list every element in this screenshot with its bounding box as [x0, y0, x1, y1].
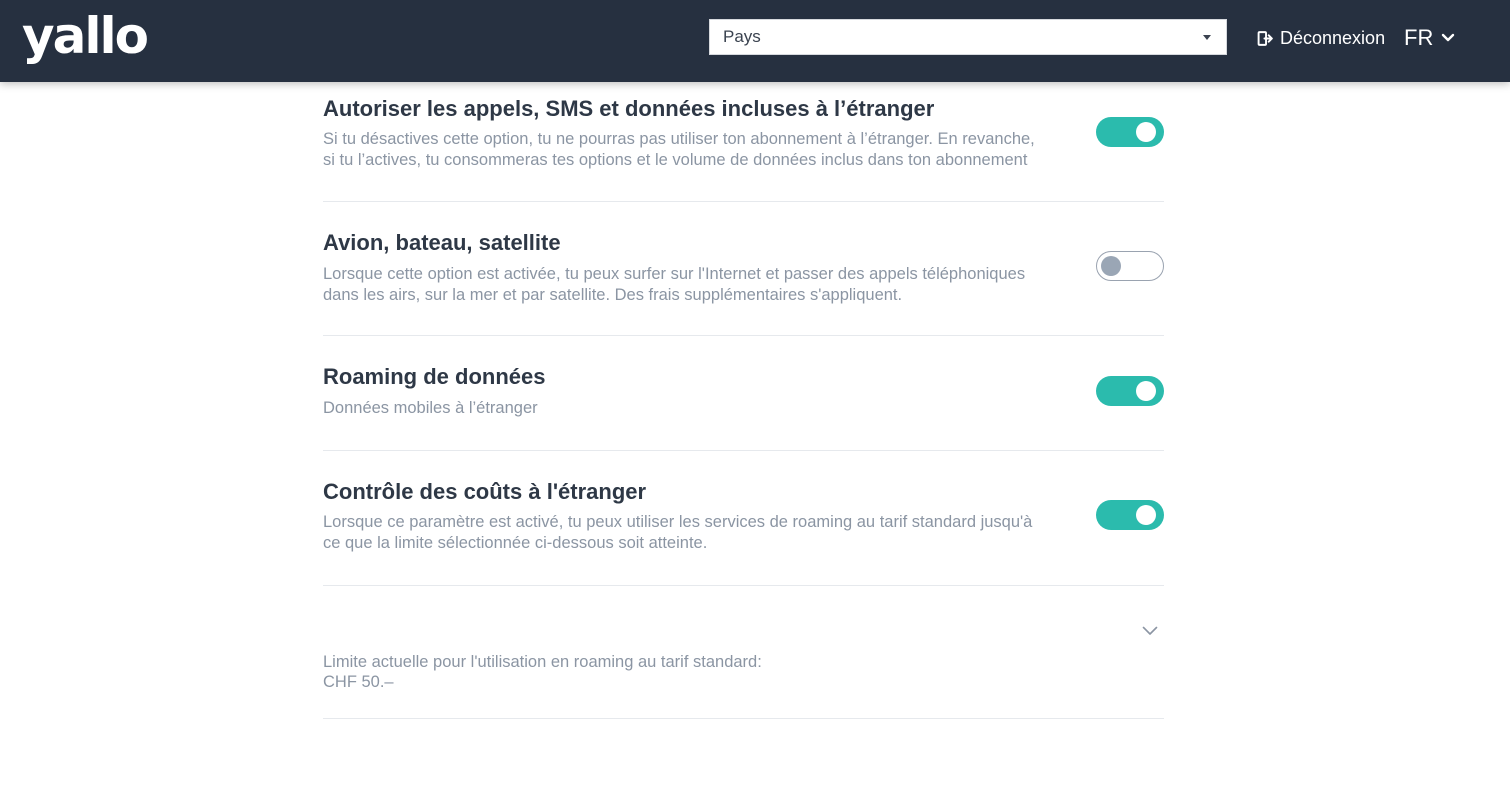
setting-cost-control: Contrôle des coûts à l'étranger Lorsque …	[323, 451, 1164, 586]
toggle-knob	[1101, 256, 1121, 276]
country-select-placeholder: Pays	[723, 27, 761, 46]
description-line: si tu l’actives, tu consommeras tes opti…	[323, 151, 1028, 169]
setting-data-roaming: Roaming de données Données mobiles à l’é…	[323, 336, 1164, 451]
toggle-knob	[1136, 381, 1156, 401]
description-line: Si tu désactives cette option, tu ne pou…	[323, 130, 1035, 148]
language-label: FR	[1404, 25, 1434, 50]
chevron-down-icon	[1442, 33, 1455, 42]
description-line: ce que la limite sélectionnée ci-dessous…	[323, 534, 708, 552]
description-line: Lorsque ce paramètre est activé, tu peux…	[323, 513, 1033, 531]
allow-abroad-toggle[interactable]	[1096, 117, 1164, 147]
chevron-down-icon[interactable]	[1142, 626, 1158, 636]
country-select[interactable]: Pays	[709, 19, 1227, 55]
toggle-knob	[1136, 505, 1156, 525]
setting-plane-boat-satellite: Avion, bateau, satellite Lorsque cette o…	[323, 202, 1164, 336]
top-header: yallo Pays Déconnexion FR	[0, 0, 1510, 82]
setting-title: Avion, bateau, satellite	[323, 230, 561, 255]
caret-down-icon	[1203, 35, 1211, 40]
yallo-logo[interactable]: yallo	[22, 6, 149, 66]
logout-button[interactable]: Déconnexion	[1257, 26, 1385, 50]
setting-title: Roaming de données	[323, 364, 546, 389]
setting-description: Lorsque ce paramètre est activé, tu peux…	[323, 512, 1083, 554]
description-line: dans les airs, sur la mer et par satelli…	[323, 286, 903, 304]
setting-description: Données mobiles à l’étranger	[323, 398, 1083, 419]
cost-control-toggle[interactable]	[1096, 500, 1164, 530]
roaming-limit-label: Limite actuelle pour l'utilisation en ro…	[323, 653, 762, 671]
setting-description: Lorsque cette option est activée, tu peu…	[323, 264, 1083, 306]
plane-boat-satellite-toggle[interactable]	[1096, 251, 1164, 281]
description-line: Lorsque cette option est activée, tu peu…	[323, 265, 1026, 283]
roaming-limit-value: CHF 50.–	[323, 673, 394, 691]
logout-icon	[1257, 30, 1273, 46]
setting-title: Contrôle des coûts à l'étranger	[323, 479, 647, 504]
setting-allow-abroad: Autoriser les appels, SMS et données inc…	[323, 82, 1164, 202]
toggle-knob	[1136, 122, 1156, 142]
logout-label: Déconnexion	[1280, 27, 1386, 48]
setting-title: Autoriser les appels, SMS et données inc…	[323, 96, 935, 121]
language-switcher[interactable]: FR	[1404, 24, 1455, 52]
data-roaming-toggle[interactable]	[1096, 376, 1164, 406]
roaming-limit-section[interactable]: Limite actuelle pour l'utilisation en ro…	[323, 586, 1164, 719]
setting-description: Si tu désactives cette option, tu ne pou…	[323, 129, 1083, 171]
description-line: Données mobiles à l’étranger	[323, 399, 538, 417]
